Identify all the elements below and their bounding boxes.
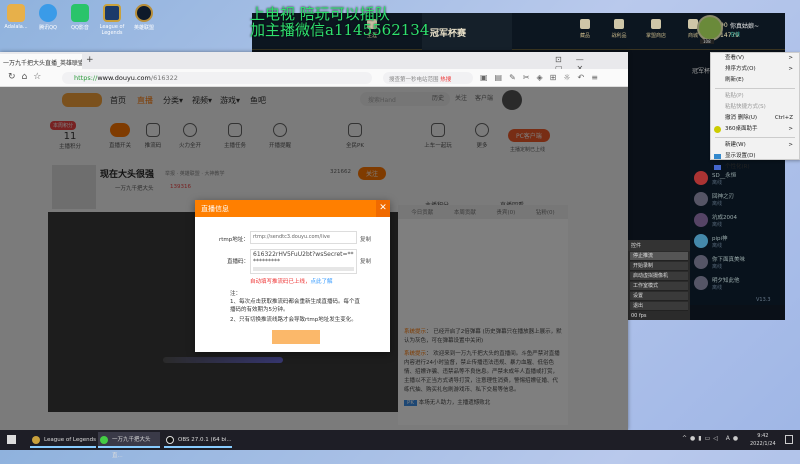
stream-watermark: 上电视 陪玩可以插队 加主播微信a1145562134 <box>250 5 430 39</box>
nav-collection[interactable]: 藏品 <box>568 19 602 39</box>
start-windows-icon[interactable] <box>7 435 16 444</box>
tournament-tab[interactable]: 冠军杯赛 <box>422 13 512 50</box>
player-name: 你真姑娘~ <box>730 23 760 30</box>
nav-shop[interactable]: 掌盟商店 <box>639 19 673 39</box>
desktop-icon-lol-cn[interactable]: 英雄联盟 <box>131 4 157 31</box>
menu-display-settings[interactable]: 显示设置(D) <box>711 151 799 162</box>
taskbar: League of Legends 一万九千把大头直... OBS 27.0.1… <box>0 430 800 459</box>
address-bar-row: ↻⌂☆ https://www.douyu.com/616322 搜查第一秒电站… <box>0 69 628 87</box>
desktop-icon-lol[interactable]: League of Legends <box>99 4 125 36</box>
menu-refresh[interactable]: 刷新(E) <box>711 75 799 86</box>
desktop-context-menu: 查看(V) > 排序方式(O) > 刷新(E) 粘贴(P) 粘贴快捷方式(S) 撤消… <box>710 52 800 170</box>
friend-item[interactable]: 你下面真美味 离线 <box>690 253 785 273</box>
virtual-camera-button[interactable]: 启动虚拟摄像机 <box>630 272 688 281</box>
friend-avatar <box>694 192 708 206</box>
desktop-icon-qqplayer[interactable]: QQ影音 <box>67 4 93 31</box>
client-version: V13.3 <box>756 297 771 303</box>
menu-view[interactable]: 查看(V) > <box>711 53 799 64</box>
system-tray-icons[interactable]: ^●▮▭◁ A● <box>682 435 741 442</box>
menu-separator <box>715 137 795 138</box>
clock[interactable]: 9:42 2022/1/24 <box>750 432 776 448</box>
taskbar-app-browser[interactable]: 一万九千把大头直... <box>98 432 160 459</box>
menu-paste-shortcut[interactable]: 粘贴快捷方式(S) <box>711 102 799 113</box>
horizontal-scrollbar[interactable] <box>253 267 354 271</box>
level-badge: 108 <box>700 39 714 44</box>
menu-sort[interactable]: 排序方式(O) > <box>711 64 799 75</box>
menu-separator <box>715 88 795 89</box>
stream-info-dialog: 直播信息 ✕ rtmp地址： rtmp://sendtc3.douyu.com/l… <box>195 200 390 352</box>
browser-icon <box>100 436 108 444</box>
loot-icon <box>614 19 624 29</box>
menu-new[interactable]: 新建(W) > <box>711 140 799 151</box>
lol-icon <box>32 436 40 444</box>
nav-buttons[interactable]: ↻⌂☆ <box>8 72 47 82</box>
friend-avatar <box>694 276 708 290</box>
copy-code-button[interactable]: 复制 <box>360 257 371 265</box>
start-recording-button[interactable]: 开始录制 <box>630 262 688 271</box>
url-input[interactable]: https://www.douyu.com/616322 <box>62 72 372 84</box>
360-icon <box>714 126 721 133</box>
stream-code-label: 直播码： <box>227 259 250 265</box>
friend-avatar <box>694 213 708 227</box>
personalize-icon <box>714 165 721 170</box>
display-icon <box>714 154 721 159</box>
obs-controls-panel: 控件 停止推流 开始录制 启动虚拟摄像机 工作室模式 设置 退出 00 fps <box>628 240 690 320</box>
notification-icon[interactable] <box>785 435 793 444</box>
auto-fill-notice: 自动填写推流码已上线，点此了解 <box>250 279 333 285</box>
friend-item[interactable]: pipi神 离线 <box>690 232 785 252</box>
stream-code-field[interactable]: 616322rHV5FuU2bt?wsSecret=*********** <box>250 249 357 274</box>
tab-bar: 一万九千把大头直播_英雄联盟直播 + ⊡—▢✕ <box>0 52 628 73</box>
studio-mode-button[interactable]: 工作室模式 <box>630 282 688 291</box>
taskbar-app-obs[interactable]: OBS 27.0.1 (64 bi... <box>164 432 232 448</box>
friend-item[interactable]: 明夕知此他 离线 <box>690 274 785 294</box>
menu-personalize[interactable]: 个性化(R) <box>711 162 799 173</box>
obs-fps: 00 fps <box>631 313 647 319</box>
note-2: 2、只有切换推流线路才会导致rtmp地址发生变化。 <box>230 317 357 323</box>
exit-button[interactable]: 退出 <box>630 302 688 311</box>
desktop-icon-user[interactable]: Adalala... <box>3 4 29 30</box>
confirm-button[interactable] <box>272 330 320 344</box>
friend-avatar <box>694 255 708 269</box>
copy-rtmp-button[interactable]: 复制 <box>360 235 371 243</box>
browser-search-input[interactable]: 搜查第一秒电站范围 热搜 <box>383 72 473 84</box>
friend-item[interactable]: 回神之刃 离线 <box>690 190 785 210</box>
desktop-icon-qq[interactable]: 腾讯QQ <box>35 4 61 31</box>
rtmp-label: rtmp地址： <box>219 237 249 243</box>
friend-avatar <box>694 234 708 248</box>
avatar[interactable] <box>697 15 723 41</box>
shop-icon <box>651 19 661 29</box>
player-status: 在线 <box>730 32 741 38</box>
menu-undo-delete[interactable]: 撤消 删除(U) Ctrl+Z <box>711 113 799 124</box>
browser-tab[interactable]: 一万九千把大头直播_英雄联盟直播 <box>0 54 82 69</box>
toolbar-extensions[interactable]: ▣▤✎✂◈⊞☼↶≡ <box>480 73 605 82</box>
obs-icon <box>166 436 174 444</box>
note-title: 注： <box>230 291 242 297</box>
friend-avatar <box>694 171 708 185</box>
nav-loot[interactable]: 战利品 <box>602 19 636 39</box>
rtmp-url-field[interactable]: rtmp://sendtc3.douyu.com/live <box>250 231 357 244</box>
new-tab-button[interactable]: + <box>86 55 94 65</box>
note-1: 1、每次点击获取推流码都会重新生成直播码。每个直播码的有效期为5分钟。 <box>230 299 361 313</box>
obs-controls-header: 控件 <box>628 240 690 251</box>
learn-more-link[interactable]: 点此了解 <box>311 279 333 285</box>
dialog-header: 直播信息 ✕ <box>195 200 390 217</box>
close-icon[interactable]: ✕ <box>376 200 390 217</box>
collection-icon <box>580 19 590 29</box>
settings-button[interactable]: 设置 <box>630 292 688 301</box>
friend-item[interactable]: 坑成2004 离线 <box>690 211 785 231</box>
stop-streaming-button[interactable]: 停止推流 <box>630 252 688 261</box>
menu-paste[interactable]: 粘贴(P) <box>711 91 799 102</box>
menu-360-assistant[interactable]: 360桌面助手 > <box>711 124 799 135</box>
taskbar-app-lol[interactable]: League of Legends <box>30 432 96 448</box>
